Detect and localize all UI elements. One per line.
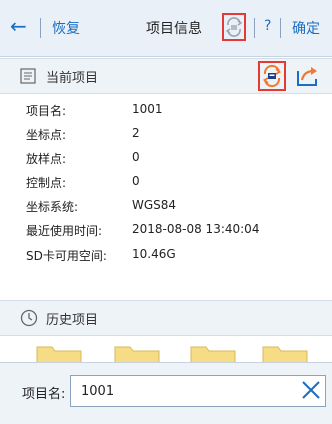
cloud-sync-button[interactable]	[222, 13, 246, 41]
divider	[254, 18, 255, 38]
info-key: 坐标点:	[26, 128, 67, 142]
page-title: 项目信息	[146, 21, 202, 37]
info-value: 0	[132, 174, 140, 188]
info-value: 2	[132, 126, 140, 140]
restore-button[interactable]: 恢复	[52, 18, 80, 38]
close-icon[interactable]	[300, 379, 322, 401]
search-bar: 项目名:	[0, 362, 332, 424]
document-icon	[20, 68, 36, 84]
info-row: 最近使用时间: 2018-08-08 13:40:04	[0, 220, 332, 242]
clock-icon	[20, 309, 38, 327]
info-key: 坐标系统:	[26, 200, 79, 214]
project-name-input[interactable]	[70, 375, 326, 407]
cloud-sync-icon	[262, 65, 282, 87]
help-button[interactable]: ?	[264, 18, 271, 34]
search-label: 项目名:	[22, 387, 66, 402]
info-value: 0	[132, 150, 140, 164]
divider	[280, 18, 281, 38]
divider	[40, 18, 41, 38]
cloud-sync-icon	[225, 17, 243, 37]
info-value: 2018-08-08 13:40:04	[132, 222, 260, 236]
back-button[interactable]: ←	[10, 16, 27, 36]
cloud-sync-button[interactable]	[258, 61, 286, 91]
info-key: 控制点:	[26, 176, 67, 190]
info-key: 放样点:	[26, 152, 67, 166]
section-title: 历史项目	[46, 313, 99, 328]
confirm-button[interactable]: 确定	[292, 18, 320, 38]
info-value: 10.46G	[132, 247, 176, 261]
section-title: 当前项目	[46, 71, 99, 86]
info-key: 最近使用时间:	[26, 224, 103, 238]
info-key: 项目名:	[26, 104, 67, 118]
info-row: 控制点: 0	[0, 172, 332, 194]
info-value: 1001	[132, 102, 163, 116]
info-key: SD卡可用空间:	[26, 249, 107, 263]
share-arrow-icon[interactable]	[296, 65, 320, 87]
info-row: SD卡可用空间: 10.46G	[0, 245, 332, 267]
info-row: 项目名: 1001	[0, 100, 332, 122]
current-project-header: 当前项目	[0, 58, 332, 94]
info-value: WGS84	[132, 198, 177, 212]
top-bar: ← 恢复 项目信息 ? 确定	[0, 0, 332, 57]
info-row: 坐标点: 2	[0, 124, 332, 146]
info-row: 坐标系统: WGS84	[0, 196, 332, 218]
info-row: 放样点: 0	[0, 148, 332, 170]
history-project-header: 历史项目	[0, 300, 332, 336]
